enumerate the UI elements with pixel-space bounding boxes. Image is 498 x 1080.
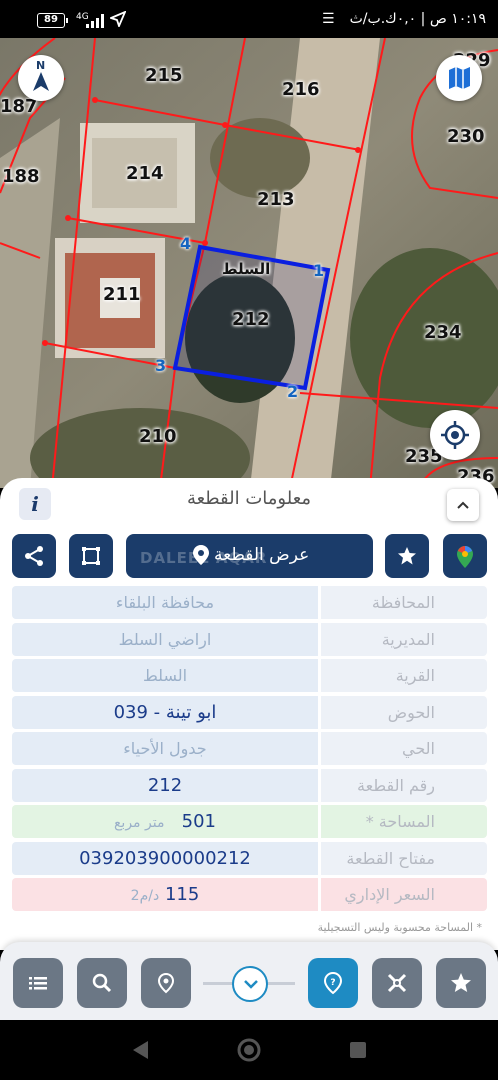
draw-shape-button[interactable] bbox=[69, 534, 113, 578]
vertex-label: 2 bbox=[287, 382, 299, 401]
price-unit: د/م2 bbox=[130, 888, 160, 904]
location-arrow-icon bbox=[110, 11, 126, 27]
help-pin-icon: ? bbox=[323, 971, 343, 995]
detail-row-parcel-key: 039203900000212 مفتاح القطعة bbox=[12, 841, 487, 875]
parcel-label: 230 bbox=[447, 126, 485, 147]
selected-parcel-name: السلط bbox=[222, 260, 271, 278]
parcel-label: 215 bbox=[145, 65, 183, 86]
status-time: ١٠:١٩ ص | ٠,٠ك.ب/ث bbox=[349, 11, 486, 27]
parcel-label: 214 bbox=[126, 163, 164, 184]
compass-icon bbox=[33, 72, 49, 91]
share-icon bbox=[25, 546, 43, 566]
area-value: 501 bbox=[181, 811, 216, 832]
list-button[interactable] bbox=[13, 958, 63, 1008]
parcel-label: 211 bbox=[103, 284, 141, 305]
system-nav-bar bbox=[0, 1020, 498, 1080]
search-icon bbox=[92, 973, 112, 993]
detail-row-basin: ابو تينة - 039 الحوض bbox=[12, 695, 487, 729]
battery-level: 89 bbox=[44, 14, 58, 25]
detail-row-directorate: اراضي السلط المديرية bbox=[12, 622, 487, 656]
detail-label: الحي bbox=[321, 732, 487, 765]
recents-icon[interactable] bbox=[348, 1040, 368, 1060]
chevron-up-icon bbox=[457, 501, 469, 509]
detail-value: ابو تينة - 039 bbox=[12, 695, 318, 729]
detail-label: السعر الإداري bbox=[321, 878, 487, 911]
detail-value-price: 115 د/م2 bbox=[12, 878, 318, 911]
parcel-info-panel: i معلومات القطعة DALEEL AQAR عرض القطعة … bbox=[0, 478, 498, 950]
parcel-label: 188 bbox=[2, 166, 40, 187]
detail-value: 212 bbox=[12, 768, 318, 802]
detail-label: الحوض bbox=[321, 695, 487, 729]
footnote: * المساحة محسوبة وليس التسجيلية bbox=[317, 921, 482, 934]
parcel-label: 212 bbox=[232, 309, 270, 330]
detail-row-area: 501 متر مربع المساحة * bbox=[12, 805, 487, 838]
detail-label: القرية bbox=[321, 659, 487, 692]
search-button[interactable] bbox=[77, 958, 127, 1008]
favorites-button[interactable] bbox=[436, 958, 486, 1008]
bottom-toolbar: ? bbox=[0, 942, 498, 1020]
tools-icon bbox=[387, 973, 407, 993]
vertex-label: 1 bbox=[313, 261, 325, 280]
parcel-label: 213 bbox=[257, 189, 295, 210]
area-unit: متر مربع bbox=[113, 815, 165, 831]
google-maps-icon bbox=[457, 546, 473, 568]
detail-value: السلط bbox=[12, 659, 318, 692]
tools-button[interactable] bbox=[372, 958, 422, 1008]
panel-title: معلومات القطعة bbox=[186, 488, 312, 509]
star-icon bbox=[451, 973, 471, 992]
my-location-button[interactable] bbox=[430, 410, 480, 460]
expand-toggle[interactable] bbox=[232, 966, 268, 1002]
list-icon bbox=[29, 977, 47, 990]
crosshair-icon bbox=[441, 421, 469, 449]
battery-icon: 89 bbox=[37, 13, 68, 28]
parcel-query-button[interactable]: ? bbox=[308, 958, 358, 1008]
detail-value: جدول الأحياء bbox=[12, 732, 318, 765]
show-parcel-button[interactable]: DALEEL AQAR عرض القطعة bbox=[126, 534, 373, 578]
parcel-details: محافظة البلقاء المحافظة اراضي السلط المد… bbox=[12, 586, 487, 915]
home-icon[interactable] bbox=[236, 1037, 262, 1063]
detail-value-area: 501 متر مربع bbox=[12, 805, 318, 838]
detail-row-parcel-number: 212 رقم القطعة bbox=[12, 768, 487, 802]
detail-label: رقم القطعة bbox=[321, 768, 487, 802]
detail-label: المحافظة bbox=[321, 586, 487, 619]
map-layers-button[interactable] bbox=[436, 55, 482, 101]
back-icon[interactable] bbox=[130, 1039, 150, 1061]
layers-icon: ☰ bbox=[322, 11, 335, 27]
favorite-button[interactable] bbox=[385, 534, 429, 578]
vertex-label: 4 bbox=[180, 234, 192, 253]
detail-value: محافظة البلقاء bbox=[12, 586, 318, 619]
location-pin-icon bbox=[193, 545, 209, 565]
detail-row-neighborhood: جدول الأحياء الحي bbox=[12, 732, 487, 765]
detail-row-governorate: محافظة البلقاء المحافظة bbox=[12, 586, 487, 619]
detail-label: مفتاح القطعة bbox=[321, 841, 487, 875]
map-icon bbox=[449, 67, 470, 89]
polygon-icon bbox=[82, 547, 100, 565]
detail-label: المساحة * bbox=[321, 805, 487, 838]
share-button[interactable] bbox=[12, 534, 56, 578]
detail-row-admin-price: 115 د/م2 السعر الإداري bbox=[12, 878, 487, 911]
price-value: 115 bbox=[164, 884, 200, 905]
signal-icon bbox=[86, 14, 104, 28]
star-icon bbox=[398, 547, 416, 565]
detail-label: المديرية bbox=[321, 622, 487, 656]
parcel-label: 216 bbox=[282, 79, 320, 100]
vertex-label: 3 bbox=[155, 356, 167, 375]
compass-button[interactable]: N bbox=[18, 55, 64, 101]
svg-text:?: ? bbox=[330, 978, 335, 988]
detail-value[interactable]: 039203900000212 bbox=[12, 841, 318, 875]
show-parcel-label: عرض القطعة bbox=[214, 545, 310, 565]
location-pin-icon bbox=[157, 972, 175, 994]
chevron-down-icon bbox=[244, 980, 258, 989]
google-maps-button[interactable] bbox=[443, 534, 487, 578]
location-search-button[interactable] bbox=[141, 958, 191, 1008]
parcel-label: 234 bbox=[424, 322, 462, 343]
map-view[interactable]: 215 216 229 187 230 188 214 213 211 212 … bbox=[0, 38, 498, 488]
detail-row-village: السلط القرية bbox=[12, 659, 487, 692]
collapse-button[interactable] bbox=[447, 489, 479, 521]
parcel-label: 210 bbox=[139, 426, 177, 447]
status-bar: 89 4G ☰ ١٠:١٩ ص | ٠,٠ك.ب/ث bbox=[0, 0, 498, 38]
detail-value: اراضي السلط bbox=[12, 622, 318, 656]
